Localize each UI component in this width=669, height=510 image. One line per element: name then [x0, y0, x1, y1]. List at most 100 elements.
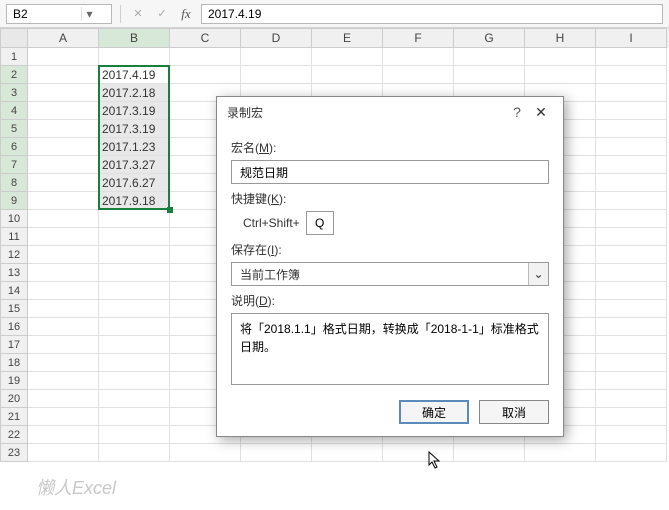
cell[interactable]: [28, 318, 99, 336]
cell[interactable]: [596, 66, 667, 84]
column-header[interactable]: H: [525, 28, 596, 48]
cell[interactable]: [28, 354, 99, 372]
cell[interactable]: [596, 102, 667, 120]
cell[interactable]: [28, 102, 99, 120]
cell[interactable]: [28, 408, 99, 426]
cell[interactable]: 2017.4.19: [99, 66, 170, 84]
cell[interactable]: [596, 318, 667, 336]
cell[interactable]: [28, 390, 99, 408]
cell[interactable]: [596, 138, 667, 156]
cell[interactable]: [99, 318, 170, 336]
cell[interactable]: [312, 48, 383, 66]
row-header[interactable]: 14: [0, 282, 28, 300]
cell[interactable]: [28, 138, 99, 156]
shortcut-key-input[interactable]: [306, 211, 334, 235]
cell[interactable]: [596, 336, 667, 354]
row-header[interactable]: 15: [0, 300, 28, 318]
cell[interactable]: [454, 66, 525, 84]
cell[interactable]: [525, 48, 596, 66]
dialog-titlebar[interactable]: 录制宏 ? ✕: [217, 97, 563, 127]
cell[interactable]: [28, 228, 99, 246]
save-in-select[interactable]: 当前工作簿 ⌄: [231, 262, 549, 286]
row-header[interactable]: 22: [0, 426, 28, 444]
column-header[interactable]: I: [596, 28, 667, 48]
cell[interactable]: [28, 210, 99, 228]
row-header[interactable]: 8: [0, 174, 28, 192]
formula-input[interactable]: [201, 4, 663, 24]
cell[interactable]: [170, 66, 241, 84]
cell[interactable]: [99, 300, 170, 318]
cell[interactable]: [28, 84, 99, 102]
cell[interactable]: [596, 174, 667, 192]
cell[interactable]: [241, 48, 312, 66]
cell[interactable]: [28, 264, 99, 282]
cell[interactable]: [596, 264, 667, 282]
row-header[interactable]: 18: [0, 354, 28, 372]
row-header[interactable]: 3: [0, 84, 28, 102]
row-header[interactable]: 16: [0, 318, 28, 336]
cell[interactable]: [454, 48, 525, 66]
cell[interactable]: [99, 336, 170, 354]
cell[interactable]: [28, 174, 99, 192]
row-header[interactable]: 1: [0, 48, 28, 66]
column-header[interactable]: C: [170, 28, 241, 48]
cell[interactable]: 2017.9.18: [99, 192, 170, 210]
name-box-input[interactable]: [7, 5, 81, 23]
column-header[interactable]: F: [383, 28, 454, 48]
cell[interactable]: [28, 120, 99, 138]
row-header[interactable]: 6: [0, 138, 28, 156]
cell[interactable]: [28, 282, 99, 300]
cell[interactable]: [99, 246, 170, 264]
cell[interactable]: [99, 408, 170, 426]
cell[interactable]: 2017.3.27: [99, 156, 170, 174]
cell[interactable]: [99, 390, 170, 408]
row-header[interactable]: 21: [0, 408, 28, 426]
cell[interactable]: [596, 372, 667, 390]
cancel-button[interactable]: 取消: [479, 400, 549, 424]
cell[interactable]: [28, 48, 99, 66]
cell[interactable]: [596, 300, 667, 318]
cell[interactable]: [596, 426, 667, 444]
row-header[interactable]: 19: [0, 372, 28, 390]
help-icon[interactable]: ?: [505, 104, 529, 120]
row-header[interactable]: 12: [0, 246, 28, 264]
cell[interactable]: [170, 444, 241, 462]
cell[interactable]: [170, 48, 241, 66]
row-header[interactable]: 9: [0, 192, 28, 210]
cell[interactable]: [99, 48, 170, 66]
chevron-down-icon[interactable]: ⌄: [528, 263, 548, 285]
cell[interactable]: [596, 192, 667, 210]
row-header[interactable]: 10: [0, 210, 28, 228]
row-header[interactable]: 7: [0, 156, 28, 174]
cell[interactable]: [28, 66, 99, 84]
cell[interactable]: [596, 120, 667, 138]
ok-button[interactable]: 确定: [399, 400, 469, 424]
cell[interactable]: [241, 66, 312, 84]
cell[interactable]: [28, 300, 99, 318]
cell[interactable]: [312, 66, 383, 84]
cell[interactable]: [99, 210, 170, 228]
close-icon[interactable]: ✕: [529, 104, 553, 121]
cell[interactable]: [99, 354, 170, 372]
cell[interactable]: [28, 444, 99, 462]
column-header[interactable]: E: [312, 28, 383, 48]
row-header[interactable]: 13: [0, 264, 28, 282]
cell[interactable]: [454, 444, 525, 462]
column-header[interactable]: B: [99, 28, 170, 48]
cell[interactable]: [28, 192, 99, 210]
cell[interactable]: [596, 246, 667, 264]
cell[interactable]: [596, 48, 667, 66]
cell[interactable]: 2017.3.19: [99, 102, 170, 120]
cell[interactable]: [596, 228, 667, 246]
row-header[interactable]: 4: [0, 102, 28, 120]
cell[interactable]: [596, 282, 667, 300]
row-header[interactable]: 2: [0, 66, 28, 84]
cell[interactable]: 2017.3.19: [99, 120, 170, 138]
cell[interactable]: [525, 66, 596, 84]
cell[interactable]: 2017.6.27: [99, 174, 170, 192]
name-box[interactable]: ▾: [6, 4, 112, 24]
column-header[interactable]: A: [28, 28, 99, 48]
column-header[interactable]: G: [454, 28, 525, 48]
select-all-corner[interactable]: [0, 28, 28, 48]
cell[interactable]: [596, 408, 667, 426]
